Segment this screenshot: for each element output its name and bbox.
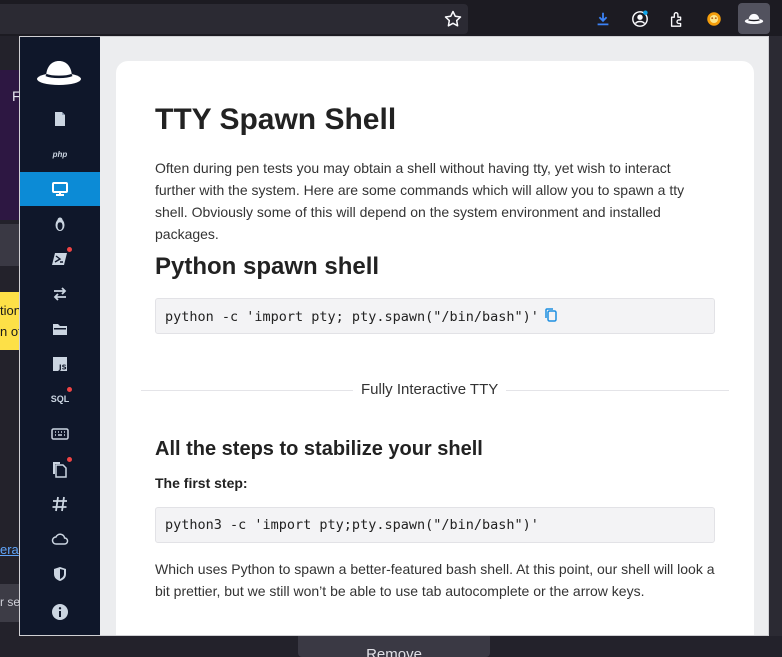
powershell-icon — [52, 253, 67, 265]
python-heading: Python spawn shell — [155, 253, 380, 280]
background-warning: tion n of — [0, 292, 20, 350]
content-card: TTY Spawn Shell Often during pen tests y… — [116, 61, 754, 635]
sidebar-item-hash[interactable] — [20, 487, 100, 521]
page-title: TTY Spawn Shell — [155, 103, 397, 136]
sidebar-item-folder[interactable] — [20, 312, 100, 346]
first-step-code-block[interactable]: python3 -c 'import pty;pty.spawn("/bin/b… — [155, 507, 715, 543]
sidebar-item-linux[interactable] — [20, 207, 100, 241]
hash-icon — [52, 496, 67, 512]
background-warning-line: tion — [0, 303, 20, 318]
url-bar[interactable] — [0, 4, 468, 34]
background-input[interactable]: r se — [0, 584, 20, 622]
first-step-label: The first step: — [155, 475, 248, 491]
linux-icon — [55, 217, 65, 231]
sidebar-item-arrows[interactable] — [20, 277, 100, 311]
hat-logo-icon — [36, 51, 82, 91]
shield-icon — [54, 567, 66, 581]
sidebar-item-info[interactable] — [20, 595, 100, 629]
sidebar-item-powershell[interactable] — [20, 242, 100, 276]
first-step-code: python3 -c 'import pty;pty.spawn("/bin/b… — [165, 517, 539, 533]
file-icon — [55, 112, 65, 126]
folder-icon — [53, 324, 67, 335]
background-panel — [0, 224, 20, 266]
sidebar-item-cloud[interactable] — [20, 522, 100, 556]
info-icon — [52, 604, 68, 620]
sidebar-item-sql[interactable]: SQL — [20, 382, 100, 416]
sidebar-item-file[interactable] — [20, 102, 100, 136]
keyboard-icon — [51, 428, 69, 440]
sidebar-item-keyboard[interactable] — [20, 417, 100, 451]
sidebar-item-js[interactable]: JS — [20, 347, 100, 381]
php-icon: php — [52, 149, 68, 159]
sidebar: php JS SQL — [20, 37, 100, 635]
sidebar-item-php[interactable]: php — [20, 137, 100, 171]
extensions-icon[interactable] — [666, 8, 688, 30]
star-icon[interactable] — [443, 9, 463, 29]
python-code-block[interactable]: python -c 'import pty; pty.spawn("/bin/b… — [155, 298, 715, 334]
notification-badge — [66, 456, 73, 463]
cloud-icon — [51, 533, 69, 545]
notification-badge — [66, 246, 73, 253]
background-link[interactable]: era — [0, 542, 20, 557]
svg-text:JS: JS — [58, 364, 67, 372]
notification-badge — [66, 386, 73, 393]
arrows-icon — [53, 287, 67, 301]
account-icon[interactable] — [629, 8, 651, 30]
stabilize-heading: All the steps to stabilize your shell — [155, 438, 483, 460]
remove-button[interactable]: Remove — [298, 636, 490, 657]
intro-paragraph: Often during pen tests you may obtain a … — [155, 160, 685, 242]
download-icon[interactable] — [592, 8, 614, 30]
monitor-icon — [52, 182, 68, 196]
extension-popup: php JS SQL TTY Spawn Shell Often during … — [19, 36, 769, 636]
background-warning-line: n of — [0, 324, 20, 339]
sidebar-item-monitor[interactable] — [20, 172, 100, 206]
extension-hat-icon[interactable] — [738, 3, 770, 34]
sql-icon: SQL — [50, 394, 70, 404]
sidebar-item-files[interactable] — [20, 452, 100, 486]
first-step-description: Which uses Python to spawn a better-feat… — [155, 561, 715, 599]
js-icon: JS — [53, 357, 67, 372]
python-code: python -c 'import pty; pty.spawn("/bin/b… — [165, 309, 539, 325]
files-icon — [53, 462, 67, 478]
sidebar-item-shield[interactable] — [20, 557, 100, 591]
divider-label: Fully Interactive TTY — [353, 381, 507, 398]
copy-icon[interactable] — [545, 308, 557, 322]
extension-fox-icon[interactable] — [703, 8, 725, 30]
browser-toolbar — [0, 0, 782, 36]
